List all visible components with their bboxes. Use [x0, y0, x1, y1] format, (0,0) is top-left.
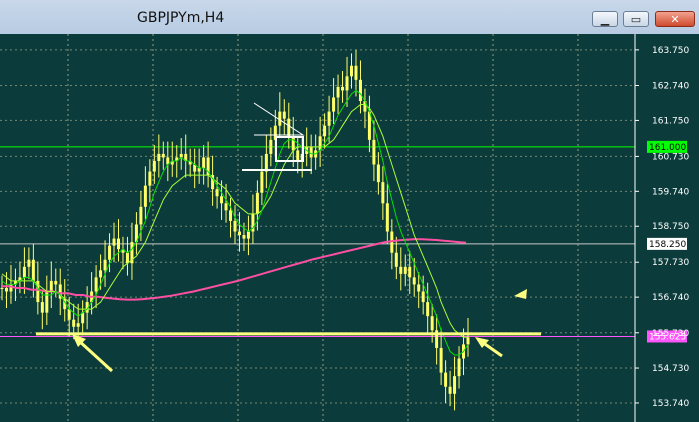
- candle-body: [112, 238, 116, 246]
- candle-body: [309, 146, 313, 158]
- candle-body: [40, 302, 44, 313]
- restore-icon: ▭: [630, 12, 642, 26]
- candle-body: [327, 111, 331, 126]
- candle-body: [125, 252, 129, 264]
- candle-body: [358, 79, 362, 102]
- candle-body: [224, 203, 228, 211]
- candle-body: [372, 139, 376, 165]
- candle-body: [233, 220, 237, 232]
- candle-body: [296, 150, 300, 161]
- candle-body: [417, 284, 421, 292]
- candle-body: [81, 312, 85, 324]
- candle-body: [336, 86, 340, 98]
- axis-tick-label: 159.740: [652, 187, 689, 197]
- candle-body: [0, 287, 4, 289]
- candle-body: [54, 280, 58, 285]
- candle-body: [117, 238, 120, 250]
- candle-body: [466, 337, 470, 345]
- candle-body: [229, 210, 233, 221]
- candle-body: [99, 270, 103, 278]
- minimize-icon: ▁: [600, 12, 610, 26]
- candle-body: [49, 280, 53, 292]
- candle-body: [152, 160, 156, 172]
- minimize-button[interactable]: ▁: [592, 11, 618, 27]
- close-icon: ✕: [670, 12, 680, 26]
- candle-body: [453, 376, 457, 394]
- candle-body: [72, 319, 76, 327]
- chart-area[interactable]: 161.000 158.250 155.625 163.750 162.740 161.…: [0, 34, 699, 422]
- candle-body: [323, 125, 327, 137]
- title-bar[interactable]: GBPJPYm,H4 ▁ ▭ ✕: [0, 0, 699, 34]
- candle-body: [444, 372, 448, 387]
- candle-body: [27, 259, 31, 267]
- candle-body: [269, 139, 273, 154]
- candle-body: [287, 118, 291, 137]
- candle-body: [291, 136, 295, 151]
- level-tag-label: 158.250: [649, 240, 686, 250]
- axis-tick-label: 160.730: [652, 152, 689, 162]
- candle-body: [412, 277, 416, 285]
- candle-body: [381, 182, 385, 204]
- axis-tick-label: 161.750: [652, 116, 689, 126]
- restore-button[interactable]: ▭: [623, 11, 649, 27]
- candle-body: [139, 206, 143, 225]
- candle-body: [354, 65, 358, 80]
- candle-body: [430, 316, 434, 331]
- candle-body: [148, 171, 152, 186]
- candle-body: [394, 252, 398, 267]
- candle-body: [103, 259, 107, 271]
- candle-body: [376, 164, 380, 183]
- chart-window: GBPJPYm,H4 ▁ ▭ ✕ 161.000 158.250 155.625 1…: [0, 0, 699, 422]
- candle-body: [108, 245, 112, 260]
- level-tag-label: 161.000: [649, 143, 686, 153]
- axis-tick-label: 154.730: [652, 364, 689, 374]
- candle-body: [143, 185, 147, 207]
- candle-body: [4, 287, 8, 292]
- candle-body: [448, 386, 452, 394]
- candle-body: [94, 277, 98, 292]
- candle-body: [421, 291, 425, 303]
- candle-body: [341, 86, 345, 91]
- axis-tick-label: 162.740: [652, 81, 689, 91]
- candle-body: [385, 203, 389, 232]
- candle-body: [67, 309, 71, 320]
- close-button[interactable]: ✕: [655, 11, 695, 27]
- candle-body: [76, 323, 80, 327]
- axis-tick-label: 163.750: [652, 46, 689, 56]
- axis-tick-label: 158.750: [652, 222, 689, 232]
- candle-body: [345, 76, 349, 91]
- axis-tick-label: 157.730: [652, 258, 689, 268]
- candle-body: [260, 171, 264, 193]
- window-title: GBPJPYm,H4: [137, 10, 225, 26]
- candle-body: [426, 302, 430, 317]
- candle-body: [157, 153, 161, 161]
- candle-body: [31, 259, 35, 281]
- candle-body: [220, 196, 224, 204]
- candle-body: [237, 231, 241, 236]
- candle-body: [215, 189, 219, 197]
- candle-body: [197, 168, 201, 172]
- candle-body: [403, 266, 407, 274]
- candle-body: [439, 347, 443, 373]
- candle-body: [350, 65, 353, 77]
- candle-body: [264, 153, 268, 172]
- candle-body: [399, 266, 403, 274]
- axis-tick-label: 155.730: [652, 329, 689, 339]
- axis-tick-label: 153.740: [652, 399, 689, 409]
- axis-tick-label: 156.740: [652, 293, 689, 303]
- candle-body: [202, 157, 206, 169]
- candle-body: [332, 97, 336, 112]
- candle-body: [255, 192, 259, 214]
- candle-body: [457, 358, 461, 377]
- candle-body: [282, 111, 286, 119]
- candle-body: [246, 231, 250, 239]
- price-chart[interactable]: 161.000158.250155.625 163.750162.740161.…: [0, 34, 699, 422]
- candle-body: [22, 266, 26, 278]
- candle-body: [408, 266, 412, 278]
- candle-body: [161, 153, 165, 158]
- candle-body: [242, 235, 246, 239]
